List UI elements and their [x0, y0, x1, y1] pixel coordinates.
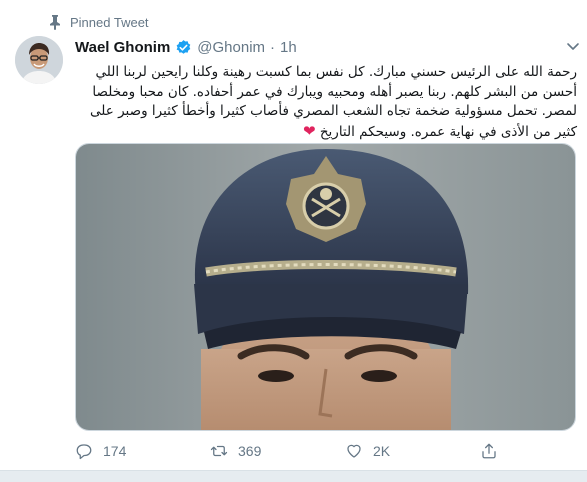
tweet-timestamp[interactable]: 1h: [280, 39, 297, 56]
retweet-icon: [210, 445, 228, 457]
like-count: 2K: [373, 443, 391, 459]
share-icon: [482, 443, 496, 459]
tweet-photo[interactable]: [75, 143, 576, 431]
retweet-button[interactable]: 369: [210, 442, 345, 460]
tweet-header: Wael Ghonim @Ghonim · 1h: [75, 37, 297, 57]
chevron-down-icon[interactable]: [565, 38, 581, 54]
separator-dot: ·: [270, 38, 276, 56]
pinned-tweet[interactable]: Pinned Tweet Wael Ghonim @Ghonim · 1h رح…: [0, 0, 587, 482]
heart-icon: [347, 444, 361, 458]
avatar[interactable]: [15, 36, 63, 84]
pinned-indicator: Pinned Tweet: [48, 13, 149, 31]
verified-badge-icon: [176, 39, 191, 54]
author-handle[interactable]: @Ghonim: [197, 39, 265, 56]
like-button[interactable]: 2K: [345, 442, 480, 460]
reply-icon: [76, 444, 92, 460]
retweet-count: 369: [238, 443, 262, 459]
tweet-text-content: رحمة الله على الرئيس حسني مبارك. كل نفس …: [90, 64, 577, 140]
pin-icon: [50, 15, 60, 30]
tweet-actions: 174 369 2K: [75, 440, 515, 462]
pinned-label: Pinned Tweet: [70, 14, 149, 30]
portrait-photo: [76, 144, 575, 430]
heart-emoji: ❤: [302, 121, 316, 140]
tweet-text: رحمة الله على الرئيس حسني مبارك. كل نفس …: [75, 63, 577, 142]
reply-count: 174: [103, 443, 127, 459]
author-name[interactable]: Wael Ghonim: [75, 39, 170, 56]
share-button[interactable]: [480, 442, 498, 460]
timeline-divider: [0, 470, 587, 482]
reply-button[interactable]: 174: [75, 442, 210, 460]
